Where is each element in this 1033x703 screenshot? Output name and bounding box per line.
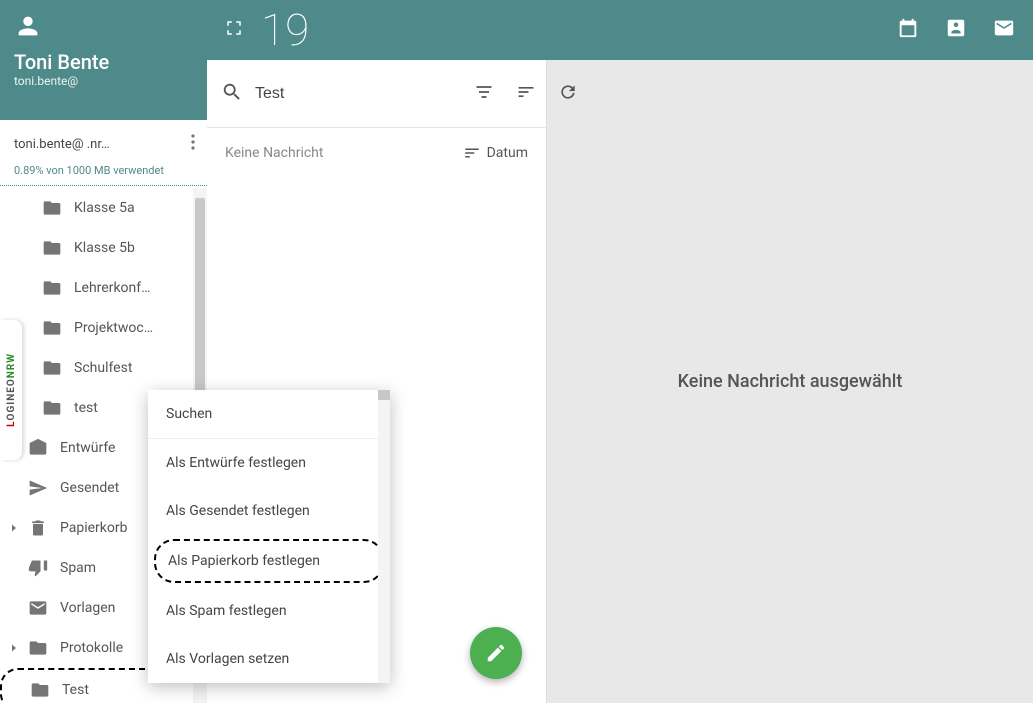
folder-icon bbox=[42, 198, 62, 218]
folder-label: Lehrerkonf… bbox=[74, 280, 151, 296]
fullscreen-icon[interactable] bbox=[225, 19, 243, 41]
context-menu-item[interactable]: Als Entwürfe festlegen bbox=[148, 439, 390, 487]
folder-item-klasse-5a[interactable]: Klasse 5a bbox=[0, 188, 207, 228]
folder-label: Test bbox=[62, 682, 89, 698]
context-menu-item[interactable]: Als Papierkorb festlegen bbox=[154, 539, 384, 583]
folder-label: Klasse 5b bbox=[74, 240, 135, 256]
folder-label: Papierkorb bbox=[60, 520, 128, 536]
folder-label: Spam bbox=[60, 560, 96, 576]
mail-icon[interactable] bbox=[993, 17, 1015, 43]
contacts-icon[interactable] bbox=[945, 17, 967, 43]
folder-item-lehrerkonf-[interactable]: Lehrerkonf… bbox=[0, 268, 207, 308]
sort-button[interactable]: Datum bbox=[463, 144, 528, 162]
sort-icon[interactable] bbox=[516, 82, 536, 106]
folder-label: Entwürfe bbox=[60, 440, 115, 456]
logineo-tab[interactable]: LOGINEONRW bbox=[0, 320, 22, 460]
folder-label: test bbox=[74, 400, 98, 416]
mail-icon bbox=[28, 598, 48, 618]
folder-icon bbox=[28, 638, 48, 658]
folder-label: Protokolle bbox=[60, 640, 123, 656]
list-header: Keine Nachricht Datum bbox=[207, 128, 546, 178]
folder-icon bbox=[30, 680, 50, 700]
chevron-right-icon[interactable] bbox=[8, 522, 20, 534]
search-input[interactable] bbox=[255, 85, 462, 103]
search-bar bbox=[207, 60, 546, 128]
folder-label: Vorlagen bbox=[60, 600, 115, 616]
account-email: toni.bente@ .nr… bbox=[14, 137, 110, 152]
folder-icon bbox=[42, 358, 62, 378]
storage-usage: 0.89% von 1000 MB verwendet bbox=[0, 164, 207, 186]
folder-icon bbox=[42, 398, 62, 418]
account-more-icon[interactable] bbox=[187, 130, 199, 158]
compose-button[interactable] bbox=[470, 627, 522, 679]
calendar-icon[interactable] bbox=[897, 17, 919, 43]
avatar-icon bbox=[14, 12, 193, 44]
context-menu-item[interactable]: Als Gesendet festlegen bbox=[148, 487, 390, 535]
calendar-day[interactable]: 19 bbox=[261, 4, 309, 56]
sidebar-header: Toni Bente toni.bente@ bbox=[0, 0, 207, 120]
context-menu-item[interactable]: Als Vorlagen setzen bbox=[148, 635, 390, 683]
folder-item-schulfest[interactable]: Schulfest bbox=[0, 348, 207, 388]
search-icon[interactable] bbox=[221, 81, 243, 107]
drafts-icon bbox=[28, 438, 48, 458]
folder-item-klasse-5b[interactable]: Klasse 5b bbox=[0, 228, 207, 268]
send-icon bbox=[28, 478, 48, 498]
trash-icon bbox=[28, 518, 48, 538]
folder-label: Gesendet bbox=[60, 480, 119, 496]
folder-icon bbox=[42, 318, 62, 338]
folder-label: Projektwoc… bbox=[74, 320, 153, 336]
refresh-icon[interactable] bbox=[558, 82, 578, 106]
user-name: Toni Bente bbox=[14, 50, 193, 74]
folder-icon bbox=[42, 278, 62, 298]
topbar: 19 bbox=[207, 0, 1033, 60]
thumbdown-icon bbox=[28, 558, 48, 578]
context-menu-scrollbar[interactable] bbox=[378, 390, 390, 683]
user-email: toni.bente@ bbox=[14, 74, 193, 88]
folder-label: Schulfest bbox=[74, 360, 132, 376]
folder-label: Klasse 5a bbox=[74, 200, 135, 216]
filter-icon[interactable] bbox=[474, 82, 494, 106]
context-menu-item[interactable]: Als Spam festlegen bbox=[148, 587, 390, 635]
list-empty-label: Keine Nachricht bbox=[225, 145, 323, 161]
context-menu-item[interactable]: Suchen bbox=[148, 390, 390, 439]
account-selector[interactable]: toni.bente@ .nr… bbox=[0, 120, 207, 164]
settings-button[interactable] bbox=[173, 78, 193, 102]
message-viewer: Keine Nachricht ausgewählt bbox=[547, 60, 1033, 703]
chevron-right-icon[interactable] bbox=[8, 642, 20, 654]
folder-icon bbox=[42, 238, 62, 258]
viewer-empty-label: Keine Nachricht ausgewählt bbox=[678, 371, 903, 392]
context-menu: SuchenAls Entwürfe festlegenAls Gesendet… bbox=[148, 390, 390, 683]
folder-item-projektwoc-[interactable]: Projektwoc… bbox=[0, 308, 207, 348]
